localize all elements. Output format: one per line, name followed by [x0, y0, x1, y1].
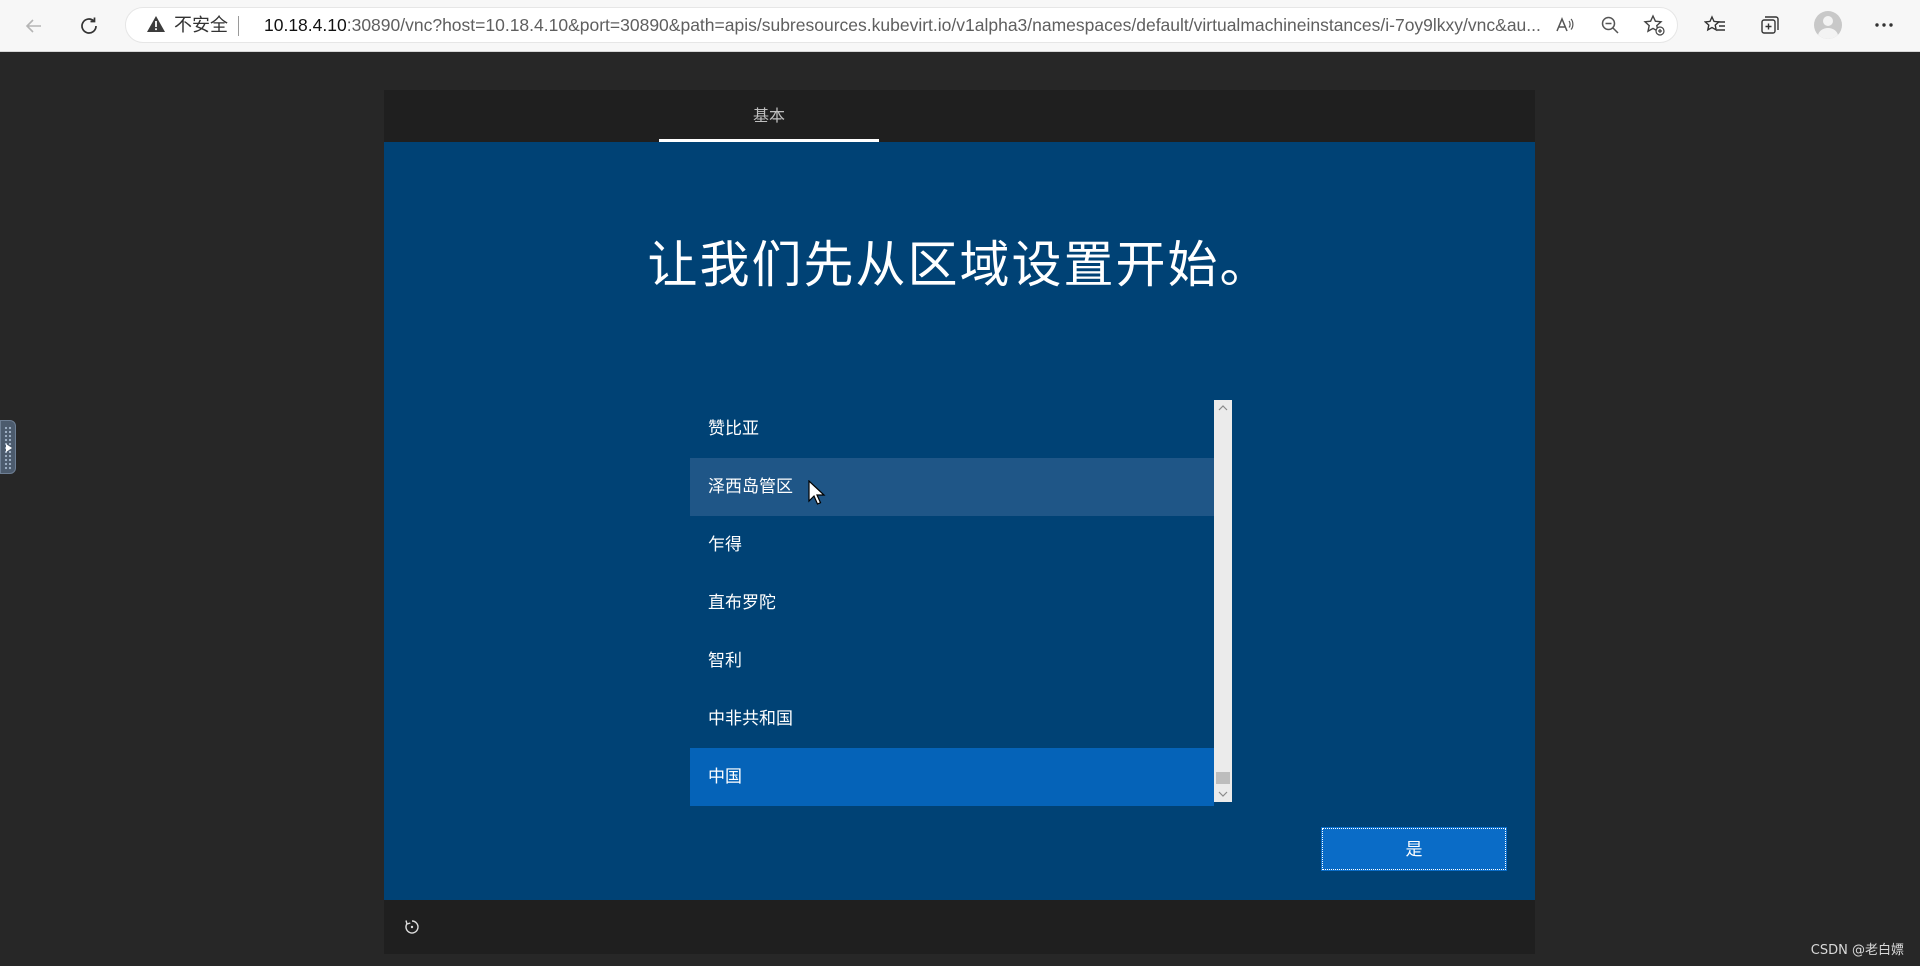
- zoom-out-icon[interactable]: [1596, 11, 1624, 39]
- vnc-screen[interactable]: 基本 让我们先从区域设置开始。 赞比亚 泽西岛管区 乍得 直布罗陀 智利 中非共…: [384, 90, 1535, 954]
- scroll-down-icon[interactable]: [1214, 786, 1232, 802]
- vnc-control-handle[interactable]: [0, 420, 16, 474]
- warning-icon: [146, 15, 166, 37]
- scroll-up-icon[interactable]: [1214, 400, 1232, 416]
- profile-icon[interactable]: [1814, 11, 1842, 39]
- list-item[interactable]: 智利: [690, 632, 1214, 690]
- browser-toolbar: 不安全 10.18.4.10:30890/vnc?host=10.18.4.10…: [0, 0, 1920, 52]
- url-text[interactable]: 10.18.4.10:30890/vnc?host=10.18.4.10&por…: [264, 8, 1664, 44]
- mouse-cursor: [808, 479, 826, 506]
- oobe-footer: [384, 900, 1535, 954]
- region-list[interactable]: 赞比亚 泽西岛管区 乍得 直布罗陀 智利 中非共和国 中国: [690, 400, 1214, 806]
- scroll-thumb[interactable]: [1216, 772, 1230, 784]
- watermark: CSDN @老白嫖: [1810, 943, 1904, 958]
- url-path: :30890/vnc?host=10.18.4.10&port=30890&pa…: [346, 15, 1541, 35]
- back-arrow-icon[interactable]: [18, 10, 50, 42]
- list-item-selected[interactable]: 中国: [690, 748, 1214, 806]
- oobe-header: 基本: [384, 90, 1535, 142]
- url-host: 10.18.4.10: [264, 15, 347, 35]
- add-favorite-icon[interactable]: [1640, 11, 1668, 39]
- list-item[interactable]: 直布罗陀: [690, 574, 1214, 632]
- security-label: 不安全: [174, 15, 228, 36]
- collections-icon[interactable]: [1756, 11, 1784, 39]
- refresh-icon[interactable]: [73, 10, 105, 42]
- favorites-icon[interactable]: [1701, 11, 1729, 39]
- list-item[interactable]: 乍得: [690, 516, 1214, 574]
- list-scrollbar[interactable]: [1214, 400, 1232, 802]
- list-item[interactable]: 泽西岛管区: [690, 458, 1214, 516]
- list-item[interactable]: 中非共和国: [690, 690, 1214, 748]
- separator: [238, 16, 239, 36]
- page-title: 让我们先从区域设置开始。: [647, 236, 1272, 294]
- expand-arrow-icon: [6, 444, 12, 452]
- tab-basics: 基本: [659, 90, 879, 142]
- more-icon[interactable]: [1870, 11, 1898, 39]
- address-bar[interactable]: 不安全 10.18.4.10:30890/vnc?host=10.18.4.10…: [125, 7, 1678, 43]
- power-icon[interactable]: [400, 915, 424, 939]
- read-aloud-icon[interactable]: [1550, 11, 1578, 39]
- security-indicator[interactable]: 不安全: [146, 16, 239, 36]
- yes-button[interactable]: 是: [1321, 827, 1507, 871]
- list-item[interactable]: 赞比亚: [690, 400, 1214, 458]
